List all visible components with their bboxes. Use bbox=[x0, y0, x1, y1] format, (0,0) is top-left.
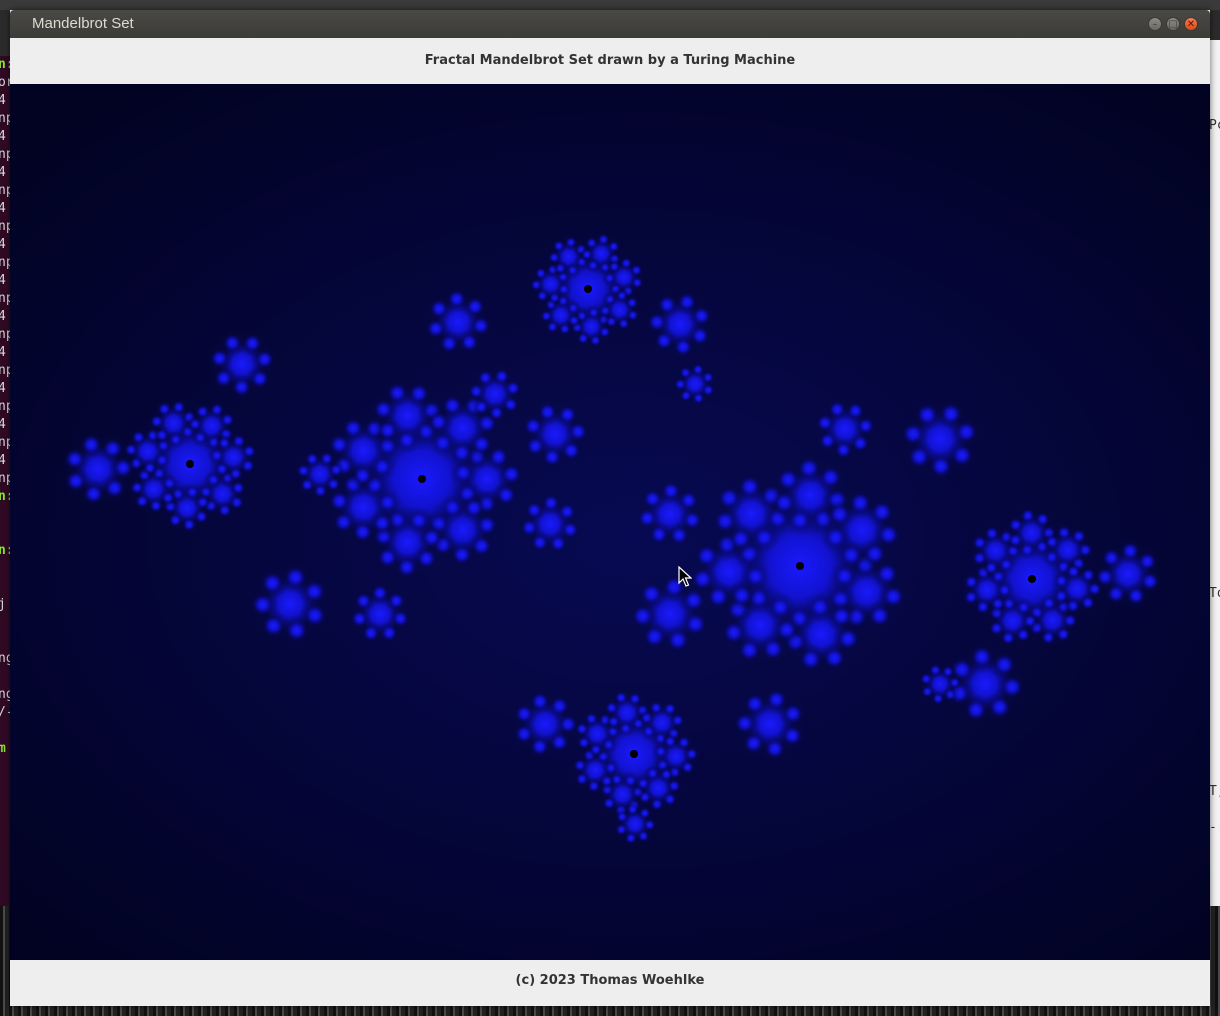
mandelbrot-window: Mandelbrot Set – □ ✕ Fractal Mandelbrot … bbox=[10, 10, 1210, 1006]
footer-label: (c) 2023 Thomas Woehlke bbox=[10, 960, 1210, 1006]
desktop-top-bar bbox=[0, 0, 1220, 10]
minimize-icon[interactable]: – bbox=[1148, 17, 1162, 31]
header-label: Fractal Mandelbrot Set drawn by a Turing… bbox=[10, 38, 1210, 84]
julia-fractal-image bbox=[59, 231, 1164, 847]
fractal-canvas[interactable] bbox=[10, 84, 1210, 960]
mouse-cursor-icon bbox=[678, 566, 692, 587]
close-icon[interactable]: ✕ bbox=[1184, 17, 1198, 31]
window-title: Mandelbrot Set bbox=[32, 15, 134, 32]
background-text-fragment: Pc bbox=[1209, 118, 1220, 133]
background-text-fragment: T; bbox=[1209, 784, 1220, 799]
maximize-icon[interactable]: □ bbox=[1166, 17, 1180, 31]
background-text-fragment: -. bbox=[1209, 820, 1220, 835]
title-bar[interactable]: Mandelbrot Set – □ ✕ bbox=[10, 10, 1210, 38]
background-text-fragment: To bbox=[1209, 586, 1220, 601]
